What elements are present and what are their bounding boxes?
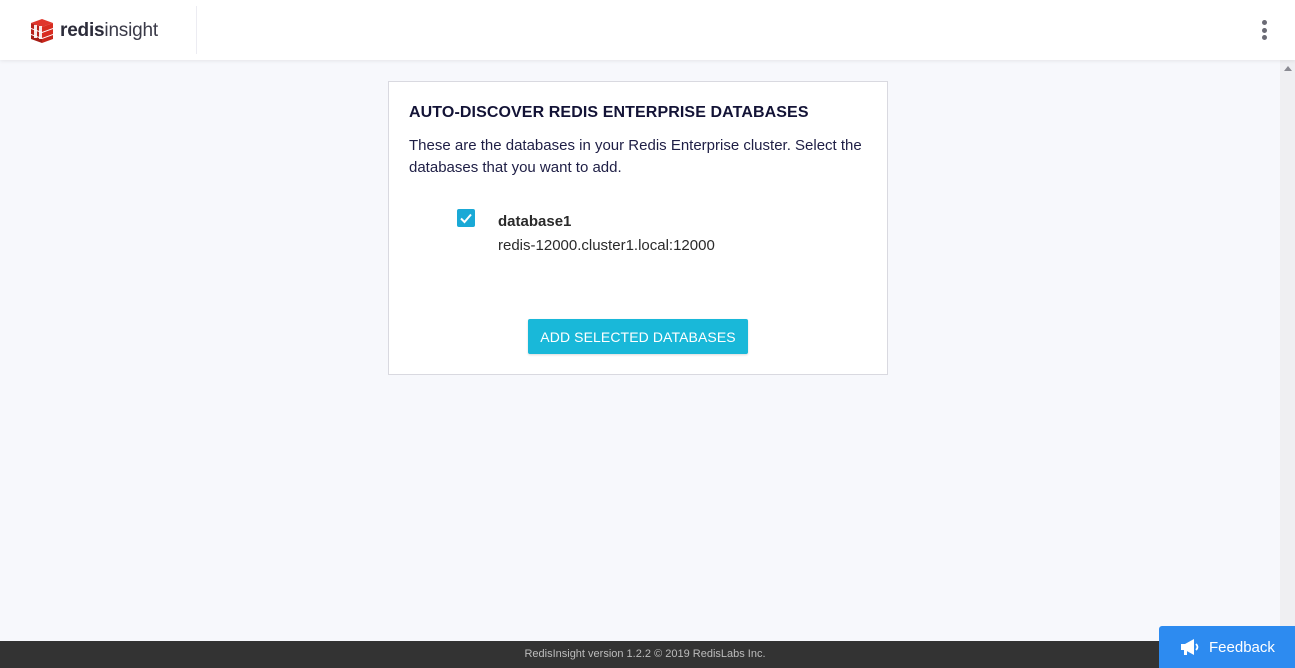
database-checkbox[interactable] bbox=[457, 209, 475, 227]
more-menu-button[interactable] bbox=[1255, 18, 1273, 42]
brand-name-light: insight bbox=[104, 20, 158, 41]
database-name: database1 bbox=[498, 213, 572, 230]
feedback-label: Feedback bbox=[1209, 638, 1275, 656]
app-root: redisinsight AUTO-DISCOVER REDIS ENTERPR… bbox=[0, 0, 1295, 668]
more-vertical-icon-dot bbox=[1261, 27, 1267, 33]
vertical-scrollbar[interactable] bbox=[1280, 60, 1295, 641]
database-list-item[interactable]: database1 redis-12000.cluster1.local:120… bbox=[457, 208, 857, 260]
header-divider bbox=[196, 6, 197, 54]
redis-logo-icon bbox=[31, 19, 53, 43]
card-description: These are the databases in your Redis En… bbox=[409, 137, 862, 176]
footer-version-text: RedisInsight version 1.2.2 © 2019 RedisL… bbox=[524, 648, 766, 660]
auto-discover-card: AUTO-DISCOVER REDIS ENTERPRISE DATABASES… bbox=[388, 81, 888, 375]
add-selected-databases-button[interactable]: ADD SELECTED DATABASES bbox=[528, 319, 748, 354]
brand-name-bold: redis bbox=[60, 20, 105, 41]
brand-name: redisinsight bbox=[60, 17, 158, 45]
feedback-button[interactable]: Feedback bbox=[1159, 626, 1295, 668]
database-endpoint: redis-12000.cluster1.local:12000 bbox=[498, 237, 715, 254]
megaphone-icon bbox=[1181, 639, 1199, 655]
footer-bar: RedisInsight version 1.2.2 © 2019 RedisL… bbox=[0, 641, 1295, 668]
brand-logo[interactable]: redisinsight bbox=[28, 17, 158, 45]
more-vertical-icon-dot bbox=[1261, 35, 1267, 40]
checkmark-icon bbox=[460, 213, 472, 224]
top-bar: redisinsight bbox=[0, 0, 1295, 60]
card-title: AUTO-DISCOVER REDIS ENTERPRISE DATABASES bbox=[409, 104, 809, 121]
scroll-up-arrow-icon[interactable] bbox=[1284, 66, 1292, 71]
more-vertical-icon bbox=[1261, 20, 1267, 25]
